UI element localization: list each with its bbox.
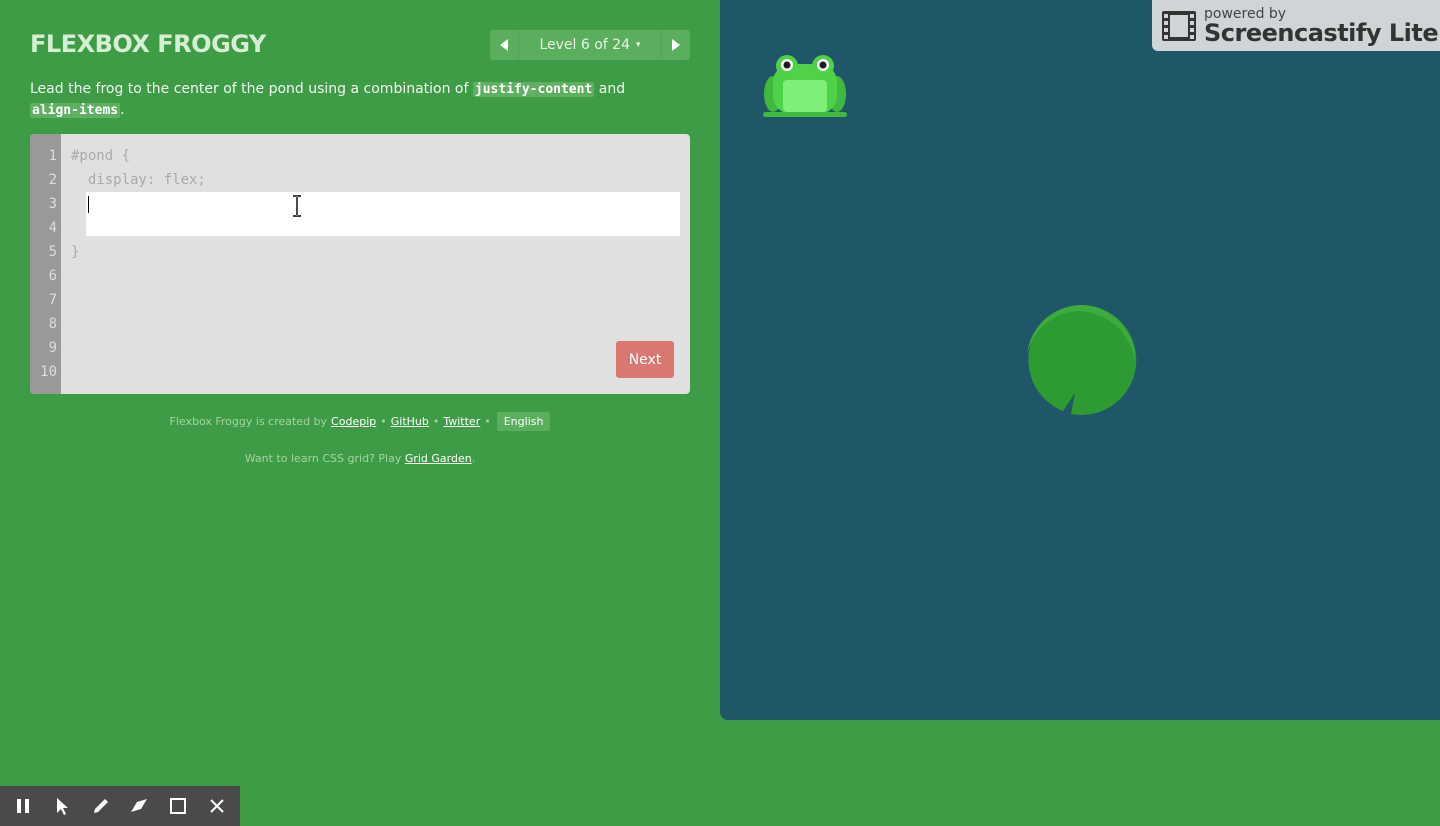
instructions-period: . <box>120 102 125 118</box>
code-line-display: display: flex; <box>71 172 206 188</box>
code-justify-content: justify-content <box>472 82 595 97</box>
credits: Flexbox Froggy is created by Codepip • G… <box>30 412 690 431</box>
close-toolbar-button[interactable] <box>205 794 229 818</box>
grid-garden-link[interactable]: Grid Garden <box>405 452 472 465</box>
line-number: 9 <box>48 340 57 356</box>
previous-level-button[interactable] <box>490 30 518 60</box>
line-number-gutter: 1 2 3 4 5 6 7 8 9 10 <box>30 134 61 394</box>
watermark-brand: Screencastify Lite <box>1204 18 1439 47</box>
pause-button[interactable] <box>11 794 35 818</box>
page-title: FLEXBOX FROGGY <box>30 30 266 58</box>
close-icon <box>209 799 224 813</box>
screencastify-watermark: powered by Screencastify Lite <box>1152 0 1440 51</box>
ibeam-cursor-icon <box>293 195 301 217</box>
line-number: 5 <box>48 244 57 260</box>
level-label: Level 6 of 24 <box>539 37 630 53</box>
rectangle-icon <box>169 798 186 814</box>
watermark-text: powered by Screencastify Lite <box>1204 7 1439 47</box>
code-align-items: align-items <box>30 103 121 118</box>
credits-text: Flexbox Froggy is created by <box>169 415 328 428</box>
next-level-arrow[interactable] <box>662 30 690 60</box>
next-button[interactable]: Next <box>616 341 674 378</box>
separator: • <box>432 415 440 428</box>
line-number: 10 <box>40 364 57 380</box>
line-number: 6 <box>48 268 57 284</box>
separator: • <box>380 415 387 428</box>
level-navigation: Level 6 of 24 ▾ <box>490 30 690 60</box>
grid-promo-period: . <box>471 452 476 465</box>
lilypad-icon <box>1027 304 1137 415</box>
github-link[interactable]: GitHub <box>391 415 429 428</box>
level-indicator[interactable]: Level 6 of 24 ▾ <box>518 30 662 60</box>
instructions-and: and <box>594 81 626 97</box>
annotation-toolbar <box>0 786 240 826</box>
code-line-close: } <box>71 244 80 260</box>
cursor-icon <box>56 798 68 815</box>
arrow-right-icon <box>672 39 680 51</box>
twitter-link[interactable]: Twitter <box>443 415 480 428</box>
separator: • <box>484 415 491 428</box>
arrow-left-icon <box>500 39 508 51</box>
text-cursor <box>88 196 89 213</box>
instructions: Lead the frog to the center of the pond … <box>30 79 670 121</box>
grid-garden-promo: Want to learn CSS grid? Play Grid Garden… <box>30 452 690 465</box>
instructions-text: Lead the frog to the center of the pond … <box>30 81 473 97</box>
line-number: 7 <box>48 292 57 308</box>
pond <box>720 0 1440 720</box>
pen-tool-button[interactable] <box>89 794 113 818</box>
highlighter-tool-button[interactable] <box>127 794 151 818</box>
line-number: 8 <box>48 316 57 332</box>
language-button[interactable]: English <box>496 412 551 431</box>
code-line-selector: #pond { <box>71 148 131 164</box>
line-number: 2 <box>48 172 57 188</box>
pen-icon <box>93 799 108 813</box>
codepip-link[interactable]: Codepip <box>331 415 376 428</box>
cursor-tool-button[interactable] <box>50 794 74 818</box>
line-number: 1 <box>48 148 57 164</box>
caret-down-icon: ▾ <box>636 40 641 50</box>
pause-icon <box>17 799 30 813</box>
highlighter-icon <box>131 799 148 812</box>
css-code-input[interactable] <box>86 192 680 236</box>
line-number: 3 <box>48 196 57 212</box>
film-icon <box>1162 10 1196 41</box>
grid-promo-text: Want to learn CSS grid? Play <box>244 452 402 465</box>
rectangle-tool-button[interactable] <box>166 794 190 818</box>
css-editor: 1 2 3 4 5 6 7 8 9 10 #pond { display: fl… <box>30 134 690 394</box>
line-number: 4 <box>48 220 57 236</box>
frog-icon <box>763 55 847 117</box>
